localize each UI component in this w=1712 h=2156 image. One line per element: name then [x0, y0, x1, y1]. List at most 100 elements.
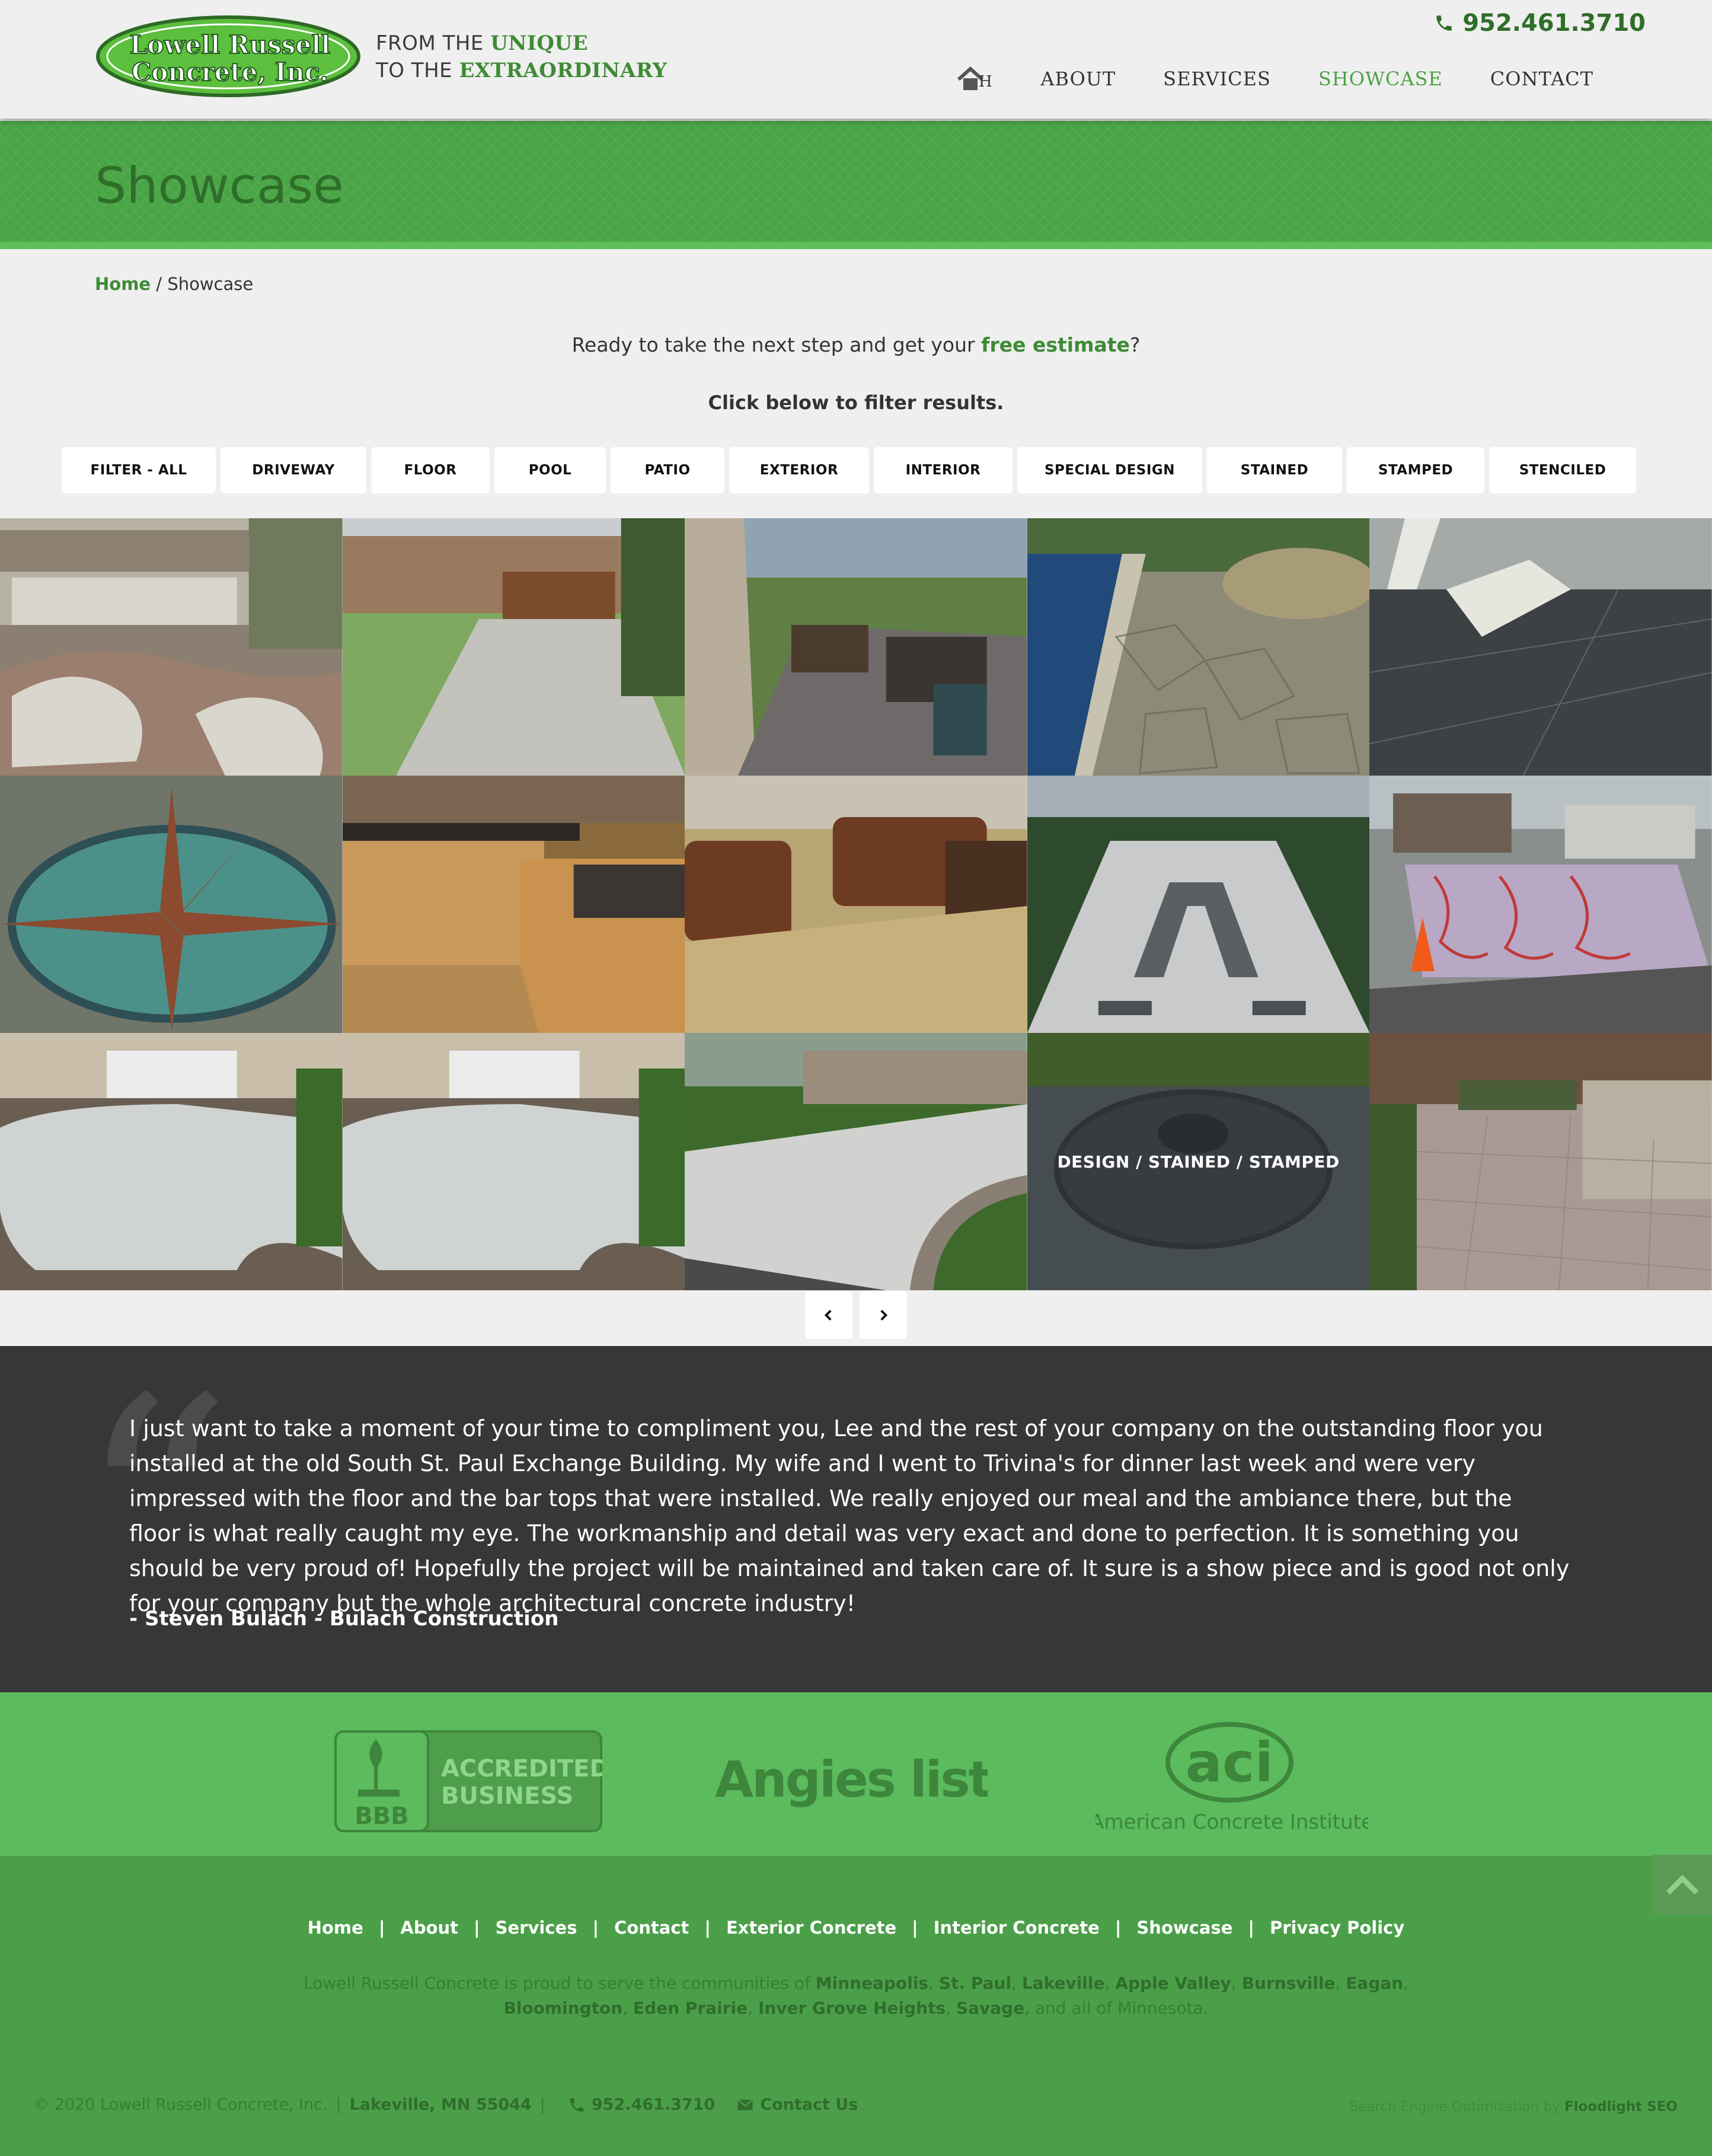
footer-contact-row: © 2020 Lowell Russell Concrete, Inc. | L… — [33, 2096, 858, 2114]
footer-address: Lakeville, MN 55044 — [349, 2096, 532, 2114]
chevron-up-icon — [1666, 1874, 1699, 1895]
home-icon[interactable]: H — [956, 65, 993, 93]
community-link[interactable]: Apple Valley — [1115, 1973, 1231, 1993]
filter-stenciled-button[interactable]: STENCILED — [1489, 447, 1636, 493]
community-link[interactable]: Eagan — [1346, 1973, 1403, 1993]
seo-prefix: Search Engine Optimization by — [1349, 2099, 1564, 2114]
breadcrumb-separator: / — [151, 274, 168, 294]
footer-link-privacy[interactable]: Privacy Policy — [1270, 1918, 1404, 1938]
community-link[interactable]: Savage — [956, 1998, 1024, 2018]
cta-prefix: Ready to take the next step and get your — [571, 333, 982, 356]
gallery-photo[interactable] — [1369, 518, 1712, 776]
filter-patio-button[interactable]: PATIO — [611, 447, 724, 493]
footer-contact-link[interactable]: Contact Us — [760, 2096, 858, 2114]
community-link[interactable]: Minneapolis — [816, 1973, 928, 1993]
tagline-prefix-1: FROM THE — [376, 31, 484, 55]
filter-exterior-button[interactable]: EXTERIOR — [729, 447, 869, 493]
community-link[interactable]: Lakeville — [1022, 1973, 1105, 1993]
footer-link-exterior[interactable]: Exterior Concrete — [726, 1918, 896, 1938]
footer-link-interior[interactable]: Interior Concrete — [934, 1918, 1100, 1938]
gallery-photo[interactable] — [685, 776, 1027, 1033]
company-logo[interactable]: Lowell Russell Concrete, Inc. — [95, 14, 362, 98]
next-button[interactable] — [860, 1291, 907, 1339]
footer-phone[interactable]: 952.461.3710 — [592, 2096, 715, 2114]
filter-floor-button[interactable]: FLOOR — [371, 447, 490, 493]
community-link[interactable]: Burnsville — [1242, 1973, 1336, 1993]
gallery-photo[interactable] — [685, 518, 1027, 776]
community-link[interactable]: St. Paul — [939, 1973, 1011, 1993]
aci-badge[interactable]: aci American Concrete Institute — [1090, 1722, 1374, 1843]
prev-button[interactable] — [805, 1291, 852, 1339]
filter-hint: Click below to filter results. — [708, 391, 1004, 414]
community-link[interactable]: Eden Prairie — [633, 1998, 748, 2018]
aci-logo-text: aci — [1186, 1731, 1273, 1794]
bbb-line-2: BUSINESS — [441, 1782, 573, 1810]
gallery-photo[interactable] — [342, 1033, 685, 1290]
logo-line-2: Concrete, Inc. — [132, 58, 328, 87]
angies-list-badge[interactable]: Angies list — [715, 1740, 994, 1813]
tagline: FROM THE UNIQUE TO THE EXTRAORDINARY — [376, 30, 667, 84]
testimonial-section: “ I just want to take a moment of your t… — [0, 1346, 1712, 1692]
aci-full-name: American Concrete Institute — [1095, 1810, 1368, 1834]
nav-about[interactable]: ABOUT — [1040, 68, 1116, 90]
gallery-photo-hover[interactable]: DESIGN / STAINED / STAMPED — [1027, 1033, 1370, 1290]
filter-all-button[interactable]: FILTER - ALL — [62, 447, 216, 493]
nav-showcase[interactable]: SHOWCASE — [1318, 68, 1443, 90]
envelope-icon — [737, 2098, 753, 2110]
gallery-photo[interactable] — [1027, 518, 1370, 776]
bbb-badge[interactable]: BBB ACCREDITED BUSINESS — [334, 1730, 609, 1835]
svg-text:H: H — [979, 73, 992, 91]
footer-link-services[interactable]: Services — [496, 1918, 577, 1938]
gallery-photo[interactable] — [1027, 776, 1370, 1033]
tagline-emphasis-2: EXTRAORDINARY — [459, 59, 667, 82]
gallery-hover-caption: DESIGN / STAINED / STAMPED — [1027, 1033, 1370, 1290]
gallery-photo[interactable] — [342, 518, 685, 776]
header-phone[interactable]: 952.461.3710 — [1434, 9, 1646, 37]
filter-pool-button[interactable]: POOL — [494, 447, 606, 493]
logo-line-1: Lowell Russell — [130, 30, 330, 59]
gallery-photo[interactable] — [342, 776, 685, 1033]
filter-interior-button[interactable]: INTERIOR — [874, 447, 1012, 493]
gallery-pager — [805, 1291, 907, 1339]
gallery-photo[interactable] — [0, 1033, 343, 1290]
footer-link-home[interactable]: Home — [308, 1918, 363, 1938]
free-estimate-link[interactable]: free estimate — [981, 333, 1130, 356]
back-to-top-button[interactable] — [1653, 1855, 1712, 1914]
main-nav: H ABOUT SERVICES SHOWCASE CONTACT — [956, 65, 1593, 93]
showcase-gallery: DESIGN / STAINED / STAMPED — [0, 518, 1712, 1290]
bbb-logo-text: BBB — [354, 1803, 408, 1830]
filter-stamped-button[interactable]: STAMPED — [1347, 447, 1484, 493]
community-link[interactable]: Bloomington — [504, 1998, 623, 2018]
breadcrumb: Home / Showcase — [95, 274, 253, 294]
footer-link-showcase[interactable]: Showcase — [1136, 1918, 1232, 1938]
tagline-prefix-2: TO THE — [376, 59, 453, 82]
gallery-photo[interactable] — [0, 776, 343, 1033]
gallery-photo[interactable] — [685, 1033, 1027, 1290]
filter-stained-button[interactable]: STAINED — [1207, 447, 1342, 493]
gallery-photo[interactable] — [0, 518, 343, 776]
gallery-photo[interactable] — [1369, 1033, 1712, 1290]
filter-bar: FILTER - ALL DRIVEWAY FLOOR POOL PATIO E… — [62, 447, 1644, 493]
accreditation-badges: BBB ACCREDITED BUSINESS Angies list aci … — [0, 1692, 1712, 1856]
breadcrumb-current: Showcase — [167, 274, 254, 294]
footer-link-contact[interactable]: Contact — [614, 1918, 689, 1938]
footer-link-about[interactable]: About — [400, 1918, 458, 1938]
nav-contact[interactable]: CONTACT — [1490, 68, 1593, 90]
filter-driveway-button[interactable]: DRIVEWAY — [221, 447, 366, 493]
gallery-photo[interactable] — [1369, 776, 1712, 1033]
estimate-cta: Ready to take the next step and get your… — [0, 333, 1712, 356]
copyright: © 2020 Lowell Russell Concrete, Inc. — [33, 2096, 328, 2114]
site-header: Lowell Russell Concrete, Inc. FROM THE U… — [0, 0, 1712, 119]
seo-link[interactable]: Floodlight SEO — [1564, 2099, 1678, 2114]
breadcrumb-home[interactable]: Home — [95, 274, 151, 294]
filter-special-design-button[interactable]: SPECIAL DESIGN — [1017, 447, 1202, 493]
tagline-emphasis-1: UNIQUE — [490, 31, 589, 55]
footer-links: Home | About | Services | Contact | Exterior… — [307, 1918, 1405, 1938]
nav-services[interactable]: SERVICES — [1163, 68, 1271, 90]
header-phone-number: 952.461.3710 — [1462, 9, 1646, 37]
site-footer: Home | About | Services | Contact | Exterior… — [0, 1856, 1712, 2156]
community-link[interactable]: Inver Grove Heights — [758, 1998, 946, 2018]
testimonial-author: - Steven Bulach - Bulach Construction — [129, 1607, 559, 1631]
cta-suffix: ? — [1129, 333, 1141, 356]
communities-suffix: , and all of Minnesota. — [1024, 1998, 1209, 2018]
